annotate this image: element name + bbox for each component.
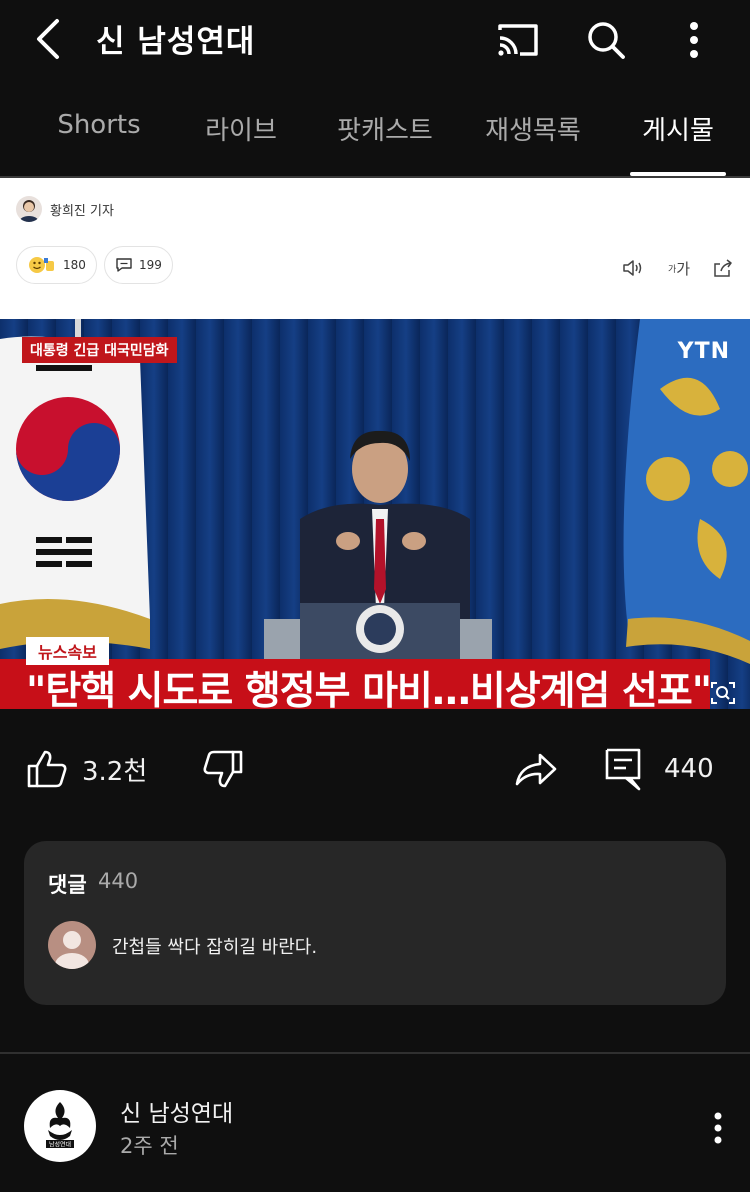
font-size-button[interactable]: 가가 (664, 256, 694, 280)
channel-tabs: Shorts 라이브 팟캐스트 재생목록 게시물 (0, 80, 750, 178)
share-arrow-icon (515, 753, 557, 786)
like-button[interactable]: 3.2천 (26, 746, 147, 792)
news-scene-illustration (0, 319, 750, 664)
reactions-count: 180 (63, 258, 86, 272)
video-top-caption: 대통령 긴급 대국민담화 (22, 337, 177, 363)
dislike-button[interactable] (202, 746, 244, 792)
comments-pill[interactable]: 199 (104, 246, 173, 284)
cast-button[interactable] (494, 16, 542, 64)
emoji-reaction-icon (29, 257, 54, 273)
video-headline: "탄핵 시도로 행정부 마비…비상계엄 선포" (26, 669, 712, 709)
tab-live[interactable]: 라이브 (196, 110, 286, 147)
back-button[interactable] (26, 14, 70, 64)
comments-count: 440 (98, 869, 139, 893)
share-button[interactable] (514, 746, 558, 792)
like-count: 3.2천 (82, 756, 148, 787)
more-vertical-icon (690, 22, 698, 58)
comments-pill-count: 199 (139, 258, 162, 272)
tab-posts[interactable]: 게시물 (632, 110, 724, 147)
comments-button[interactable]: 440 (604, 746, 714, 792)
more-options-button[interactable] (670, 16, 718, 64)
search-icon (588, 22, 625, 59)
share-box-icon (714, 259, 732, 277)
tab-shorts[interactable]: Shorts (54, 110, 144, 140)
broadcaster-logo: YTN (677, 339, 730, 364)
thumbs-up-icon (27, 750, 67, 788)
reporter-name: 황희진 기자 (50, 203, 114, 219)
channel-avatar[interactable]: 남성연대 (24, 1090, 96, 1162)
section-divider (0, 1052, 750, 1054)
article-share-button[interactable] (710, 256, 736, 280)
reporter-avatar (16, 196, 42, 222)
image-search-icon (711, 682, 735, 704)
post-action-bar: 3.2천 440 (0, 728, 750, 812)
comment-count: 440 (664, 754, 714, 784)
page-title: 신 남성연대 (96, 24, 256, 60)
chevron-left-icon (37, 19, 59, 59)
audio-read-button[interactable] (620, 256, 646, 280)
tab-playlists[interactable]: 재생목록 (478, 110, 588, 147)
comments-preview[interactable]: 댓글 440 간첩들 싹다 잡히길 바란다. (24, 841, 726, 1005)
next-post-header: 남성연대 신 남성연대 2주 전 (0, 1070, 750, 1192)
search-button[interactable] (582, 16, 630, 64)
news-video-thumbnail[interactable]: 대통령 긴급 대국민담화 YTN 뉴스속보 "탄핵 시도로 행정부 마비…비상계… (0, 319, 750, 709)
top-app-bar: 신 남성연대 (0, 0, 750, 80)
post-menu-button[interactable] (700, 1108, 736, 1148)
more-vertical-icon (714, 1112, 722, 1144)
commenter-avatar (48, 921, 96, 969)
comments-title: 댓글 (48, 873, 87, 897)
reporter-byline[interactable]: 황희진 기자 (16, 196, 114, 222)
font-size-label: 가 (676, 259, 691, 278)
speaker-icon (623, 260, 642, 276)
channel-name[interactable]: 신 남성연대 (120, 1094, 233, 1128)
cast-icon (498, 24, 538, 56)
thumbs-down-icon (203, 750, 243, 788)
article-header-card: 황희진 기자 180 199 가가 (0, 178, 750, 319)
comment-icon (605, 748, 641, 791)
default-avatar-icon (55, 931, 89, 969)
lens-button[interactable] (710, 681, 738, 705)
active-tab-indicator (630, 172, 726, 176)
font-size-icon: 가 (667, 264, 677, 275)
reactions-pill[interactable]: 180 (16, 246, 97, 284)
top-comment-text: 간첩들 싹다 잡히길 바란다. (112, 937, 318, 958)
channel-logo-text: 남성연대 (49, 1141, 71, 1149)
speech-bubble-icon (116, 258, 132, 272)
post-time: 2주 전 (120, 1134, 179, 1158)
tab-podcast[interactable]: 팟캐스트 (330, 110, 440, 147)
channel-logo: 남성연대 (46, 1102, 74, 1149)
